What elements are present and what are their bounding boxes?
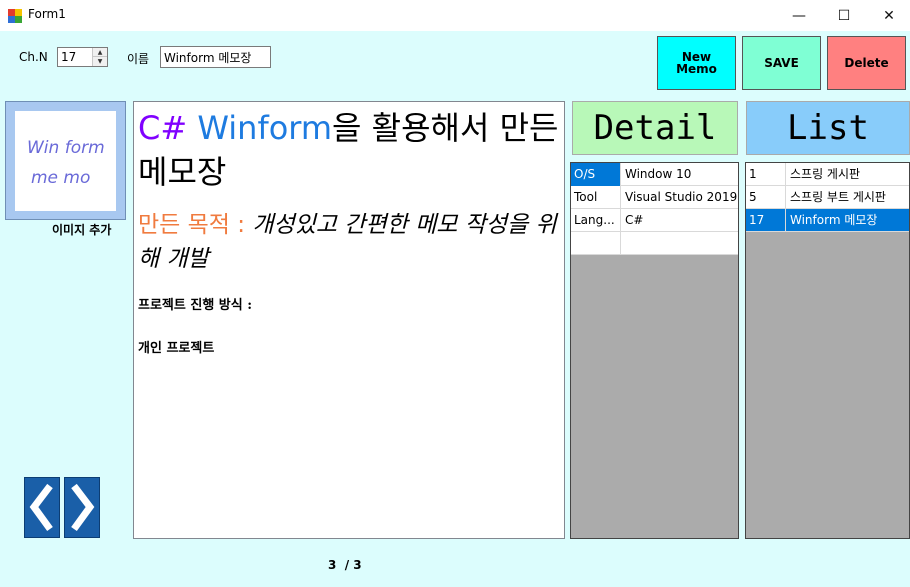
stepper-up-icon[interactable]: ▲	[93, 48, 107, 57]
list-title-cell[interactable]: Winform 메모장	[787, 209, 909, 232]
list-title-cell[interactable]: 스프링 부트 게시판	[787, 186, 909, 209]
list-id-cell[interactable]: 5	[746, 186, 786, 209]
memo-purpose: 만든 목적 : 개성있고 간편한 메모 작성을 위해 개발	[138, 208, 560, 276]
detail-row-os[interactable]: O/S Window 10	[571, 163, 738, 186]
detail-row-language[interactable]: Lang... C#	[571, 209, 738, 232]
thumbnail-text-line1: Win form	[27, 138, 105, 158]
page-current: 3	[328, 558, 337, 572]
list-row[interactable]: 5 스프링 부트 게시판	[746, 186, 909, 209]
memo-purpose-label: 만든 목적 :	[138, 212, 253, 238]
memo-method-label: 프로젝트 진행 방식 :	[138, 298, 253, 313]
thumbnail-text-line2: me mo	[31, 168, 90, 188]
detail-value-cell[interactable]	[622, 232, 738, 255]
name-input[interactable]	[160, 46, 271, 68]
memo-thumbnail-image: Win form me mo	[15, 111, 116, 211]
memo-title: C# Winform을 활용해서 만든 메모장	[138, 106, 560, 194]
save-label: SAVE	[764, 56, 799, 70]
list-row-selected[interactable]: 17 Winform 메모장	[746, 209, 909, 232]
stepper-down-icon[interactable]: ▼	[93, 57, 107, 66]
memo-title-winform: Winform	[197, 109, 333, 147]
memo-title-csharp: C#	[138, 109, 188, 147]
detail-row-new[interactable]	[571, 232, 738, 255]
close-button[interactable]: ✕	[866, 0, 910, 31]
close-icon: ✕	[883, 7, 895, 24]
detail-key-cell[interactable]	[571, 232, 621, 255]
delete-button[interactable]: Delete	[827, 36, 906, 90]
detail-row-tool[interactable]: Tool Visual Studio 2019	[571, 186, 738, 209]
detail-header: Detail	[572, 101, 738, 155]
minimize-button[interactable]: —	[776, 0, 822, 31]
memo-image-button[interactable]: Win form me mo	[5, 101, 126, 220]
detail-grid[interactable]: O/S Window 10 Tool Visual Studio 2019 La…	[570, 162, 739, 539]
save-button[interactable]: SAVE	[742, 36, 821, 90]
detail-value-cell[interactable]: Visual Studio 2019	[622, 186, 738, 209]
memo-rich-text-box[interactable]: C# Winform을 활용해서 만든 메모장 만든 목적 : 개성있고 간편한…	[133, 101, 565, 539]
stepper-buttons[interactable]: ▲ ▼	[92, 48, 107, 66]
page-total: 3	[353, 558, 362, 572]
channel-label: Ch.N	[19, 50, 48, 64]
next-memo-button[interactable]	[64, 477, 100, 538]
minimize-icon: —	[792, 7, 806, 24]
detail-key-cell[interactable]: Tool	[571, 186, 621, 209]
list-row[interactable]: 1 스프링 게시판	[746, 163, 909, 186]
channel-stepper[interactable]: 17 ▲ ▼	[57, 47, 108, 67]
add-image-label: 이미지 추가	[52, 223, 112, 237]
list-title-cell[interactable]: 스프링 게시판	[787, 163, 909, 186]
handwritten-winform-memo-image: Win form me mo	[27, 138, 105, 188]
delete-label: Delete	[844, 56, 889, 70]
chevron-right-icon	[71, 483, 95, 532]
previous-memo-button[interactable]	[24, 477, 60, 538]
window-title: Form1	[28, 7, 66, 21]
name-label: 이름	[127, 52, 150, 66]
detail-key-cell[interactable]: O/S	[571, 163, 621, 186]
detail-value-cell[interactable]: Window 10	[622, 163, 738, 186]
title-bar: Form1 — ☐ ✕	[0, 0, 910, 31]
new-memo-button[interactable]: New Memo	[657, 36, 736, 90]
form-client-area: Ch.N 17 ▲ ▼ 이름 NewMemo SAVE Delete Win f…	[0, 31, 910, 587]
detail-key-cell[interactable]: Lang...	[571, 209, 621, 232]
form-app-icon	[8, 9, 22, 23]
maximize-icon: ☐	[837, 7, 851, 24]
list-header: List	[746, 101, 910, 155]
chevron-left-icon	[29, 483, 53, 532]
maximize-button[interactable]: ☐	[821, 0, 867, 31]
list-id-cell[interactable]: 17	[746, 209, 786, 232]
channel-value: 17	[61, 50, 77, 64]
page-indicator: 3 / 3	[328, 558, 362, 572]
detail-value-cell[interactable]: C#	[622, 209, 738, 232]
list-id-cell[interactable]: 1	[746, 163, 786, 186]
memo-method-value: 개인 프로젝트	[138, 341, 215, 356]
memo-list-grid[interactable]: 1 스프링 게시판 5 스프링 부트 게시판 17 Winform 메모장	[745, 162, 910, 539]
page-separator: /	[344, 558, 350, 572]
new-memo-label-line2: Memo	[676, 62, 717, 76]
